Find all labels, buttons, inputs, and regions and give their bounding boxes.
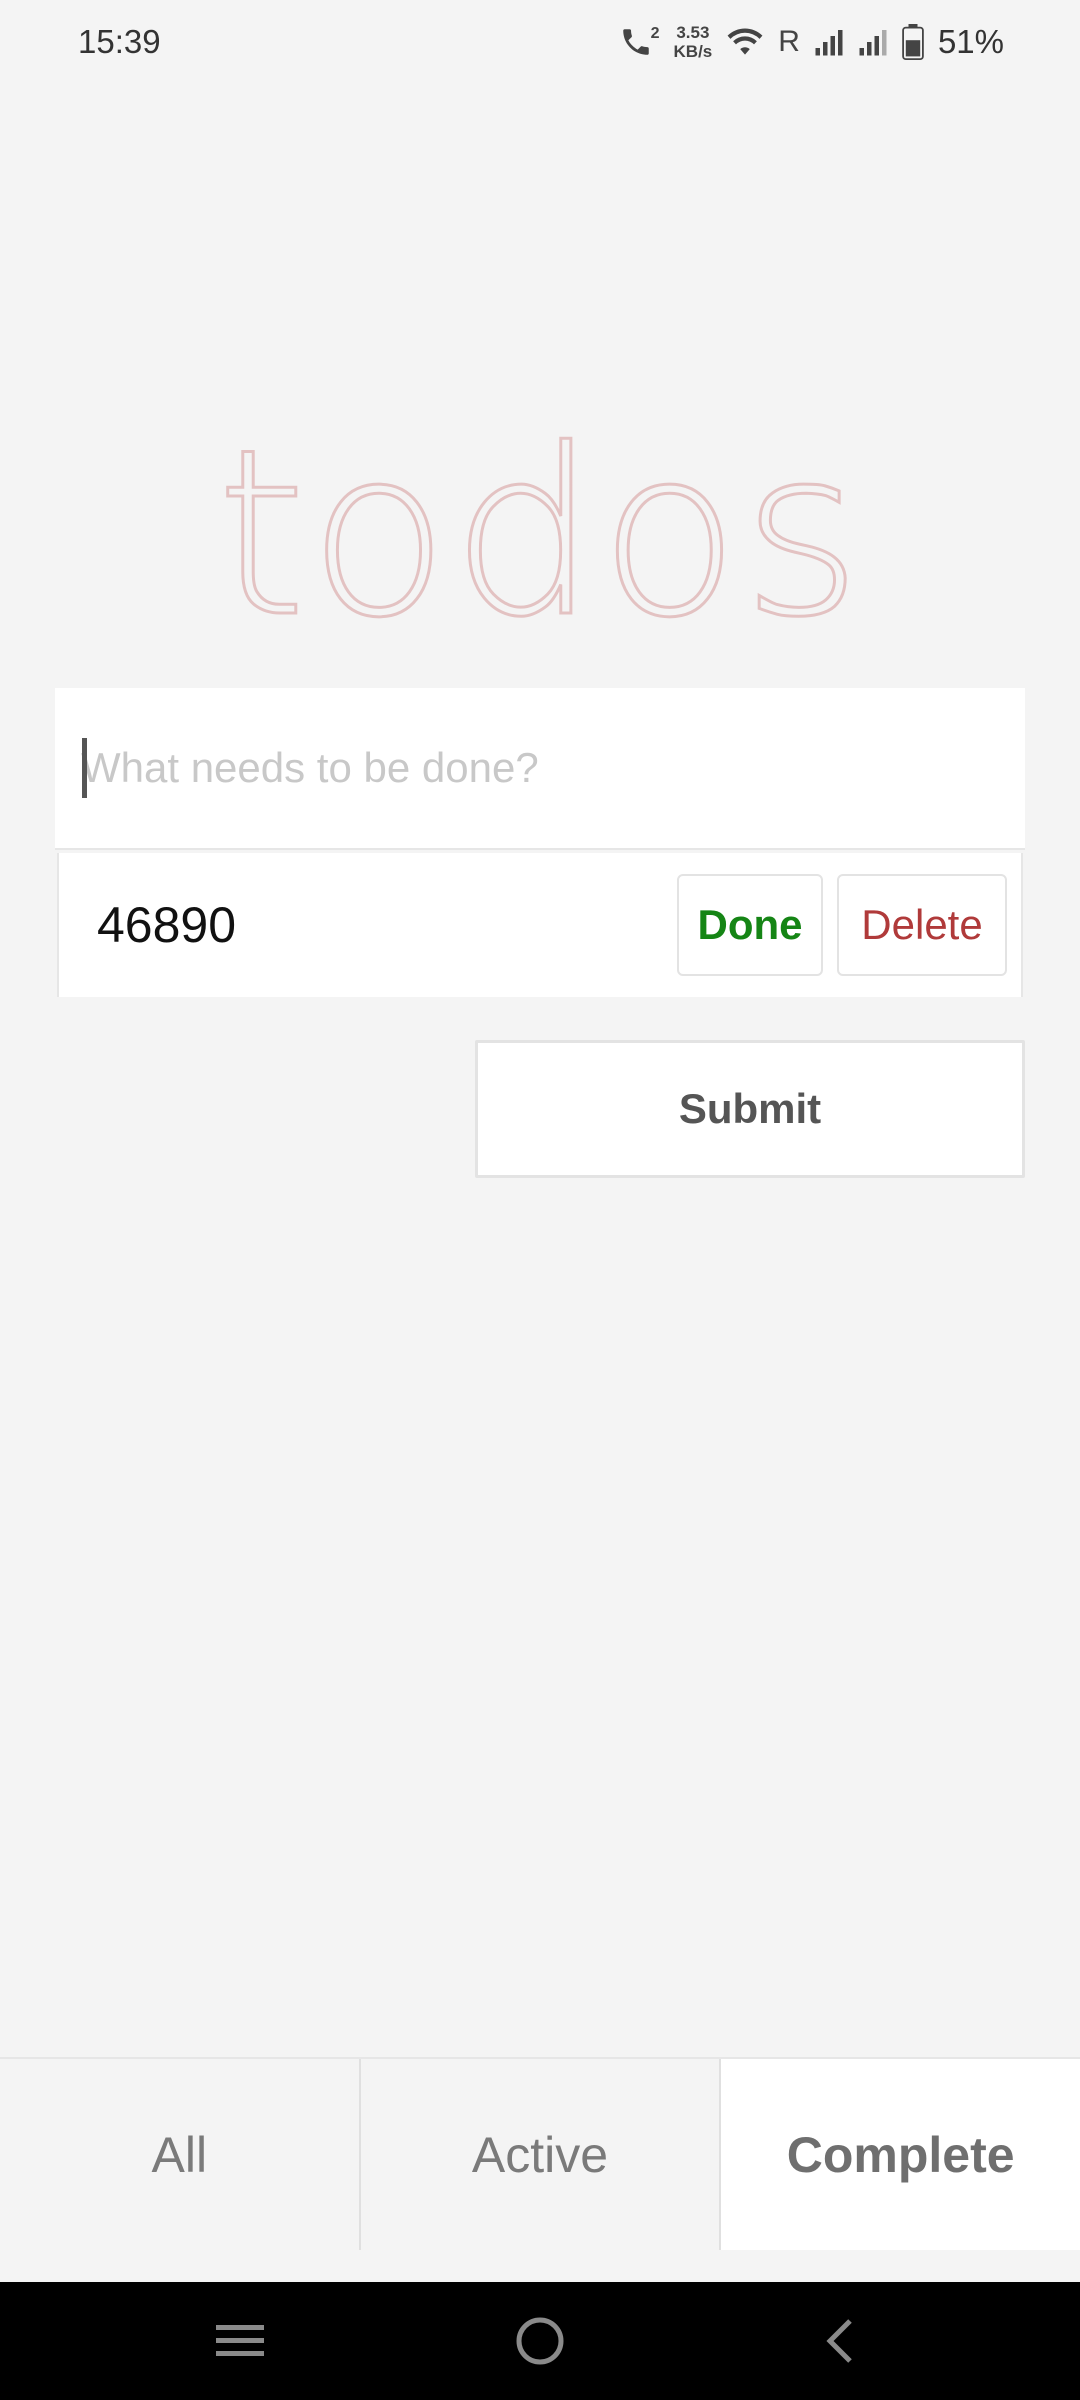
status-time: 15:39	[78, 23, 161, 60]
net-speed-unit: KB/s	[673, 42, 713, 61]
text-cursor	[82, 738, 87, 798]
new-todo-container	[55, 688, 1025, 850]
menu-icon[interactable]	[180, 2291, 300, 2391]
screen: 15:39 2 3.53 KB/s R 51% todos What needs…	[0, 0, 1080, 2400]
call-icon: 2	[619, 25, 660, 59]
status-bar: 15:39 2 3.53 KB/s R 51%	[0, 0, 1080, 84]
filter-tabs: All Active Complete	[0, 2057, 1080, 2250]
done-button[interactable]: Done	[677, 874, 823, 976]
todo-item: 46890 Done Delete	[57, 853, 1023, 997]
roaming-indicator: R	[778, 25, 800, 58]
system-nav-bar	[0, 2282, 1080, 2400]
todo-text: 46890	[97, 897, 237, 953]
app-title: todos	[0, 418, 1080, 651]
back-icon[interactable]	[780, 2291, 900, 2391]
filter-tab-complete[interactable]: Complete	[721, 2059, 1080, 2250]
battery-icon	[902, 24, 924, 60]
filter-tab-active[interactable]: Active	[361, 2059, 722, 2250]
battery-percent: 51%	[937, 23, 1004, 60]
filter-tab-all[interactable]: All	[0, 2059, 361, 2250]
delete-button[interactable]: Delete	[837, 874, 1007, 976]
net-speed-value: 3.53	[676, 23, 710, 42]
net-speed: 3.53 KB/s	[674, 23, 713, 61]
call-badge: 2	[650, 25, 660, 42]
wifi-icon	[726, 26, 764, 58]
status-icons: 2 3.53 KB/s R 51%	[619, 23, 1004, 61]
new-todo-input[interactable]	[55, 688, 1025, 848]
home-icon[interactable]	[480, 2291, 600, 2391]
signal-icon-1	[814, 27, 844, 57]
signal-icon-2	[858, 27, 888, 57]
app-title-text: todos	[215, 401, 864, 668]
submit-button[interactable]: Submit	[475, 1040, 1025, 1178]
